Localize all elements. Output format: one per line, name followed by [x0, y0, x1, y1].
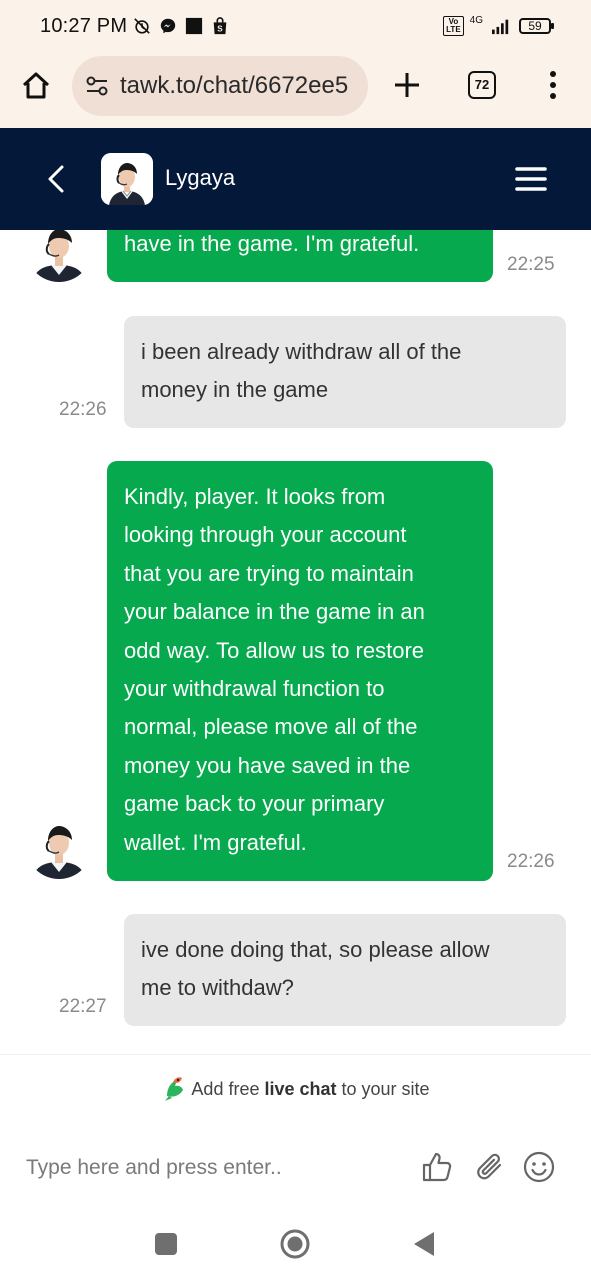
home-circle-icon[interactable] [279, 1228, 311, 1260]
agent-message-avatar [26, 813, 92, 879]
tab-switcher-icon[interactable]: 72 [468, 71, 496, 99]
footer-divider [0, 1054, 591, 1055]
message-time: 22:26 [507, 851, 555, 872]
agent-portrait-icon [101, 153, 153, 205]
signal-icon [492, 19, 509, 35]
message-text: Kindly, player. It looks from looking th… [124, 484, 425, 855]
hamburger-menu-icon[interactable] [514, 165, 548, 193]
message-time: 22:27 [59, 996, 107, 1017]
home-icon[interactable] [20, 70, 52, 102]
agent-name: Lygaya [165, 165, 236, 190]
chevron-left-icon[interactable] [44, 164, 68, 194]
status-bar: 10:27 PM S Vo LTE 4G 59 [0, 0, 591, 52]
tawk-bird-logo-icon [165, 1077, 184, 1101]
site-settings-icon[interactable] [84, 73, 110, 99]
message-time: 22:26 [59, 399, 107, 420]
agent-message-bubble: Kindly, player. It looks from looking th… [107, 461, 493, 881]
more-vert-icon[interactable] [545, 68, 561, 102]
alarm-off-icon [134, 18, 150, 34]
paperclip-icon[interactable] [473, 1150, 507, 1184]
user-message-bubble: ive done doing that, so please allow me … [124, 914, 566, 1026]
agent-avatar [101, 153, 153, 205]
back-triangle-icon[interactable] [412, 1231, 436, 1257]
branding-bold: live chat [264, 1079, 337, 1099]
emoji-icon[interactable] [522, 1150, 556, 1184]
agent-portrait-icon [26, 230, 92, 282]
message-text: i been already withdraw all of the money… [141, 339, 462, 403]
svg-text:S: S [218, 24, 224, 33]
plus-icon[interactable] [390, 68, 424, 102]
message-text: ive done doing that, so please allow me … [141, 937, 490, 1001]
square-notification-icon [186, 17, 203, 35]
user-message-bubble: i been already withdraw all of the money… [124, 316, 566, 428]
agent-message-bubble: have in the game. I'm grateful. [107, 230, 493, 282]
agent-message-avatar [26, 230, 92, 282]
shopping-bag-icon: S [213, 17, 227, 35]
address-bar[interactable]: tawk.to/chat/6672ee5 [72, 56, 368, 116]
message-composer [0, 1130, 591, 1204]
branding-suffix: to your site [336, 1079, 430, 1099]
network-type: 4G [469, 14, 483, 26]
agent-portrait-icon [26, 813, 92, 879]
url-text: tawk.to/chat/6672ee5 [120, 72, 349, 99]
chat-header: Lygaya [0, 128, 591, 230]
system-nav-bar [0, 1208, 591, 1280]
volte-badge: Vo LTE [443, 16, 464, 36]
messenger-icon [161, 18, 176, 34]
message-list[interactable]: have in the game. I'm grateful. 22:25 22… [0, 230, 591, 1054]
branding-prefix: Add free [191, 1079, 265, 1099]
browser-toolbar: tawk.to/chat/6672ee5 72 [0, 52, 591, 128]
thumbs-up-icon[interactable] [420, 1150, 454, 1184]
message-input[interactable] [26, 1148, 396, 1188]
recents-icon[interactable] [155, 1233, 177, 1255]
status-time: 10:27 PM [40, 14, 128, 37]
tawk-branding-link[interactable]: Add free live chat to your site [0, 1074, 591, 1102]
battery-indicator: 59 [519, 18, 554, 34]
message-text: have in the game. I'm grateful. [124, 231, 420, 256]
message-time: 22:25 [507, 254, 555, 275]
